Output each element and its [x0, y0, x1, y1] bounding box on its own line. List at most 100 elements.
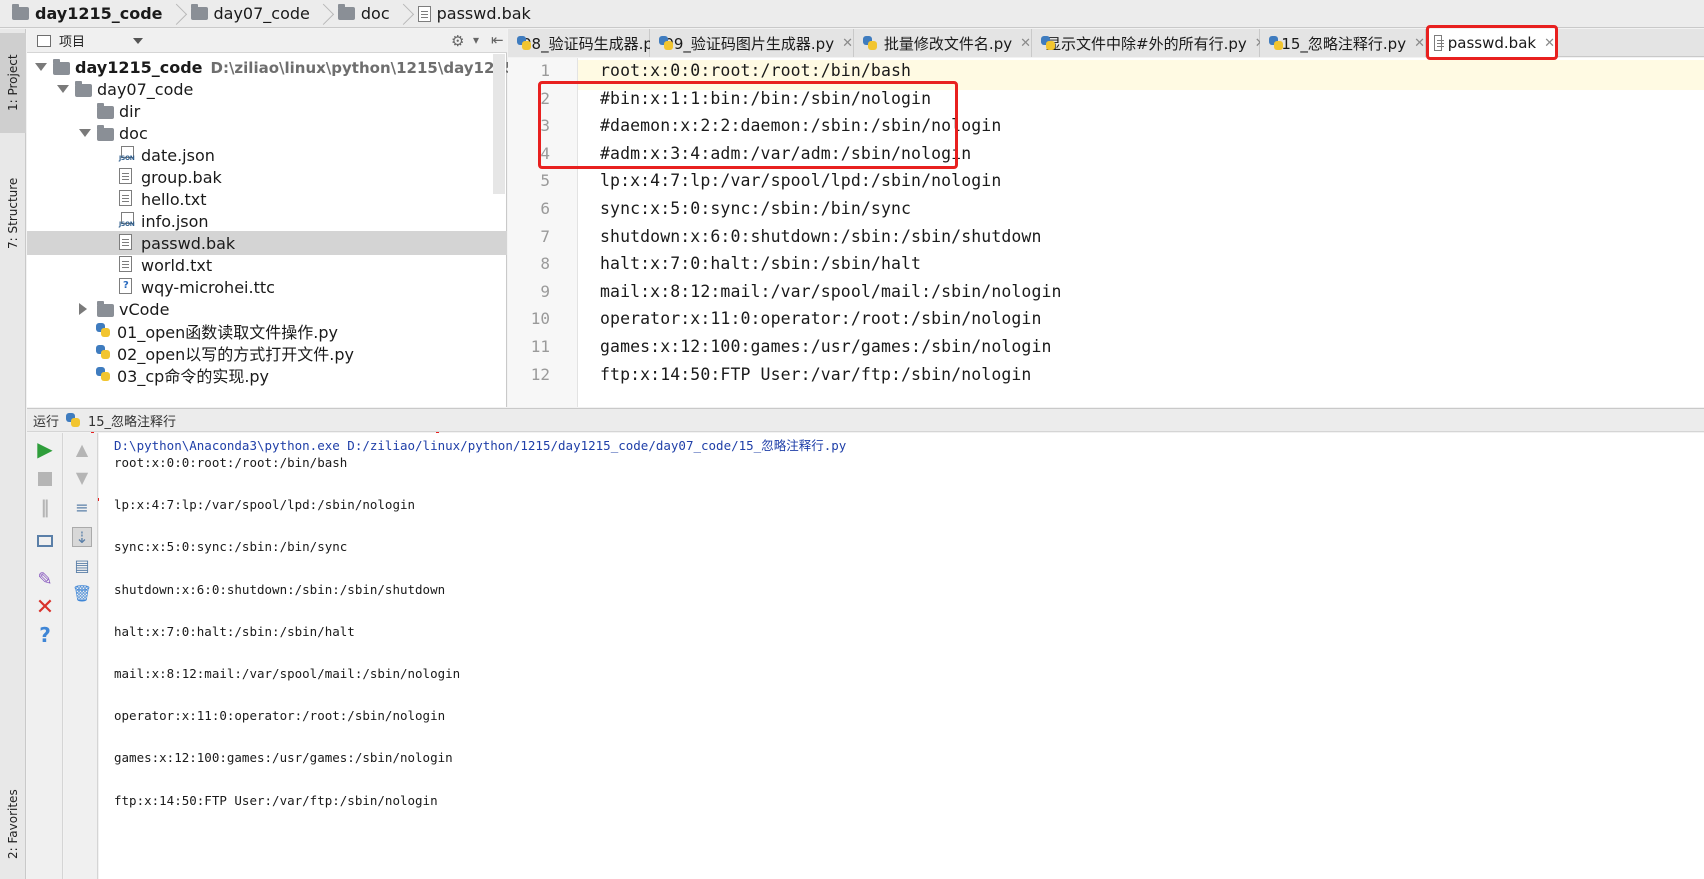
- line-number: 8: [540, 254, 550, 274]
- console-output-line: mail:x:8:12:mail:/var/spool/mail:/sbin/n…: [114, 666, 461, 681]
- collapse-arrow-icon[interactable]: [79, 303, 87, 315]
- close-tab-icon[interactable]: ✕: [842, 36, 853, 51]
- tree-item[interactable]: hello.txt: [27, 187, 507, 211]
- breadcrumb-item-file[interactable]: passwd.bak: [406, 0, 537, 28]
- layout-icon[interactable]: [35, 531, 55, 551]
- breadcrumb-item-doc[interactable]: doc: [326, 0, 396, 28]
- editor-tab[interactable]: 09_验证码图片生成器.py ✕: [650, 29, 854, 57]
- code-line: ftp:x:14:50:FTP User:/var/ftp:/sbin/nolo…: [600, 364, 1032, 384]
- run-console[interactable]: D:\python\Anaconda3\python.exe D:/ziliao…: [99, 433, 1704, 879]
- tool-tab-project[interactable]: 1: Project: [0, 33, 26, 133]
- tree-item[interactable]: info.json: [27, 209, 507, 233]
- editor-tab-label: 09_验证码图片生成器.py: [664, 34, 835, 53]
- chevron-down-icon[interactable]: [133, 37, 144, 44]
- close-tab-icon[interactable]: ✕: [1544, 36, 1555, 51]
- line-number: 10: [530, 309, 550, 329]
- editor-tab-bar: 08_验证码生成器.py✕09_验证码图片生成器.py✕批量修改文件名.py✕显…: [508, 29, 1704, 57]
- line-number: 3: [540, 116, 550, 136]
- console-output-line: halt:x:7:0:halt:/sbin:/sbin/halt: [114, 623, 355, 639]
- line-number: 7: [540, 226, 550, 246]
- run-toolbar-primary: ▶ ‖ ✎ ✕ ?: [27, 433, 63, 879]
- soft-wrap-icon[interactable]: ≡: [72, 497, 92, 517]
- editor-tab[interactable]: 15_忽略注释行.py ✕: [1260, 29, 1426, 57]
- code-line: #bin:x:1:1:bin:/bin:/sbin/nologin: [600, 88, 932, 108]
- code-editor[interactable]: 1 2 3 4 5 6 7 8 9 10 11 12 root:x:0:0:root:/root:/b…: [508, 58, 1704, 407]
- python-file-icon: [95, 366, 112, 383]
- tree-item-label: day07_code: [97, 79, 194, 99]
- code-line: root:x:0:0:root:/root:/bin/bash: [600, 61, 912, 80]
- tree-item[interactable]: date.json: [27, 143, 507, 167]
- tree-item[interactable]: passwd.bak: [27, 231, 507, 255]
- line-number: 9: [540, 281, 550, 301]
- text-file-icon: [1434, 35, 1444, 51]
- tree-item[interactable]: wqy-microhei.ttc: [27, 275, 507, 299]
- folder-icon: [53, 59, 70, 75]
- json-file-icon: [119, 146, 135, 162]
- breadcrumb-label: doc: [360, 4, 390, 23]
- editor-tab[interactable]: passwd.bak ✕: [1426, 29, 1556, 57]
- print-icon[interactable]: ▤: [72, 555, 92, 575]
- tree-item-label: world.txt: [141, 255, 213, 275]
- tree-item[interactable]: group.bak: [27, 165, 507, 189]
- expand-arrow-icon[interactable]: [57, 85, 69, 93]
- tool-tab-label: 1: Project: [6, 54, 20, 112]
- json-file-icon: [119, 212, 135, 228]
- scroll-to-end-icon[interactable]: ⇣: [72, 527, 92, 547]
- expand-arrow-icon[interactable]: [35, 63, 47, 71]
- tree-item-label: date.json: [141, 145, 215, 165]
- breadcrumb-item-day07[interactable]: day07_code: [179, 0, 316, 28]
- tree-item[interactable]: day07_code: [27, 77, 507, 101]
- tool-tab-structure[interactable]: 7: Structure: [0, 143, 26, 283]
- tree-item-label: 01_open函数读取文件操作.py: [117, 323, 339, 342]
- tool-tab-favorites[interactable]: 2: Favorites: [0, 769, 26, 879]
- tree-item-label: info.json: [141, 211, 209, 231]
- tree-item-label: day1215_code: [75, 57, 203, 77]
- pause-icon[interactable]: ‖: [35, 497, 55, 518]
- line-number: 12: [530, 364, 550, 384]
- hide-panel-icon[interactable]: ⇤: [491, 31, 504, 49]
- tree-item[interactable]: doc: [27, 121, 507, 145]
- tree-item[interactable]: 03_cp命令的实现.py: [27, 363, 507, 387]
- console-output-line: sync:x:5:0:sync:/sbin:/bin/sync: [114, 539, 348, 555]
- tree-item-label: 02_open以写的方式打开文件.py: [117, 345, 355, 364]
- tree-item[interactable]: day1215_code D:\ziliao\linux\python\1215\…: [27, 55, 563, 79]
- folder-icon: [190, 4, 208, 20]
- project-scrollbar[interactable]: [493, 54, 505, 194]
- tree-item[interactable]: world.txt: [27, 253, 507, 277]
- rerun-icon[interactable]: ▶: [35, 437, 55, 461]
- editor-tab[interactable]: 显示文件中除#外的所有行.py✕: [1032, 29, 1266, 57]
- run-panel-label: 运行: [33, 414, 60, 430]
- folder-icon: [337, 4, 355, 20]
- close-tab-icon[interactable]: ✕: [1020, 36, 1031, 51]
- pin-tab-icon[interactable]: ✎: [35, 569, 55, 590]
- tree-item-label: passwd.bak: [141, 233, 236, 253]
- run-panel-header: 运行 15_忽略注释行: [27, 408, 1704, 432]
- code-line: games:x:12:100:games:/usr/games:/sbin/no…: [600, 337, 1052, 356]
- breadcrumb-label: day07_code: [213, 4, 310, 23]
- help-icon[interactable]: ?: [35, 623, 55, 647]
- run-toolbar-secondary: ▲ ▼ ≡ ⇣ ▤ 🗑: [64, 433, 98, 879]
- close-tab-icon[interactable]: ✕: [1414, 36, 1425, 51]
- close-icon[interactable]: ✕: [35, 595, 55, 620]
- tool-tab-label: 2: Favorites: [6, 789, 20, 859]
- code-line: sync:x:5:0:sync:/sbin:/bin/sync: [600, 199, 912, 218]
- tree-item[interactable]: dir: [27, 99, 507, 123]
- arrow-down-icon[interactable]: ▼: [72, 467, 92, 487]
- text-file-icon: [119, 190, 132, 206]
- editor-tab[interactable]: 批量修改文件名.py ✕: [854, 29, 1032, 57]
- line-number: 11: [530, 337, 550, 356]
- line-number: 5: [540, 171, 550, 191]
- breadcrumb-item-project[interactable]: day1215_code: [0, 0, 169, 28]
- stop-icon[interactable]: [35, 469, 55, 489]
- tree-item[interactable]: 01_open函数读取文件操作.py: [27, 319, 507, 343]
- trash-icon[interactable]: 🗑: [72, 583, 92, 603]
- console-output-line: shutdown:x:6:0:shutdown:/sbin:/sbin/shut…: [114, 581, 446, 597]
- expand-arrow-icon[interactable]: [79, 129, 91, 137]
- tree-item[interactable]: 02_open以写的方式打开文件.py: [27, 341, 507, 365]
- settings-dropdown-icon[interactable]: ▾: [473, 33, 479, 47]
- arrow-up-icon[interactable]: ▲: [72, 439, 92, 459]
- console-output-line: lp:x:4:7:lp:/var/spool/lpd:/sbin/nologin: [114, 497, 416, 513]
- gear-icon[interactable]: ⚙: [451, 32, 464, 50]
- editor-tab[interactable]: 08_验证码生成器.py✕: [508, 29, 681, 57]
- tree-item[interactable]: vCode: [27, 297, 507, 321]
